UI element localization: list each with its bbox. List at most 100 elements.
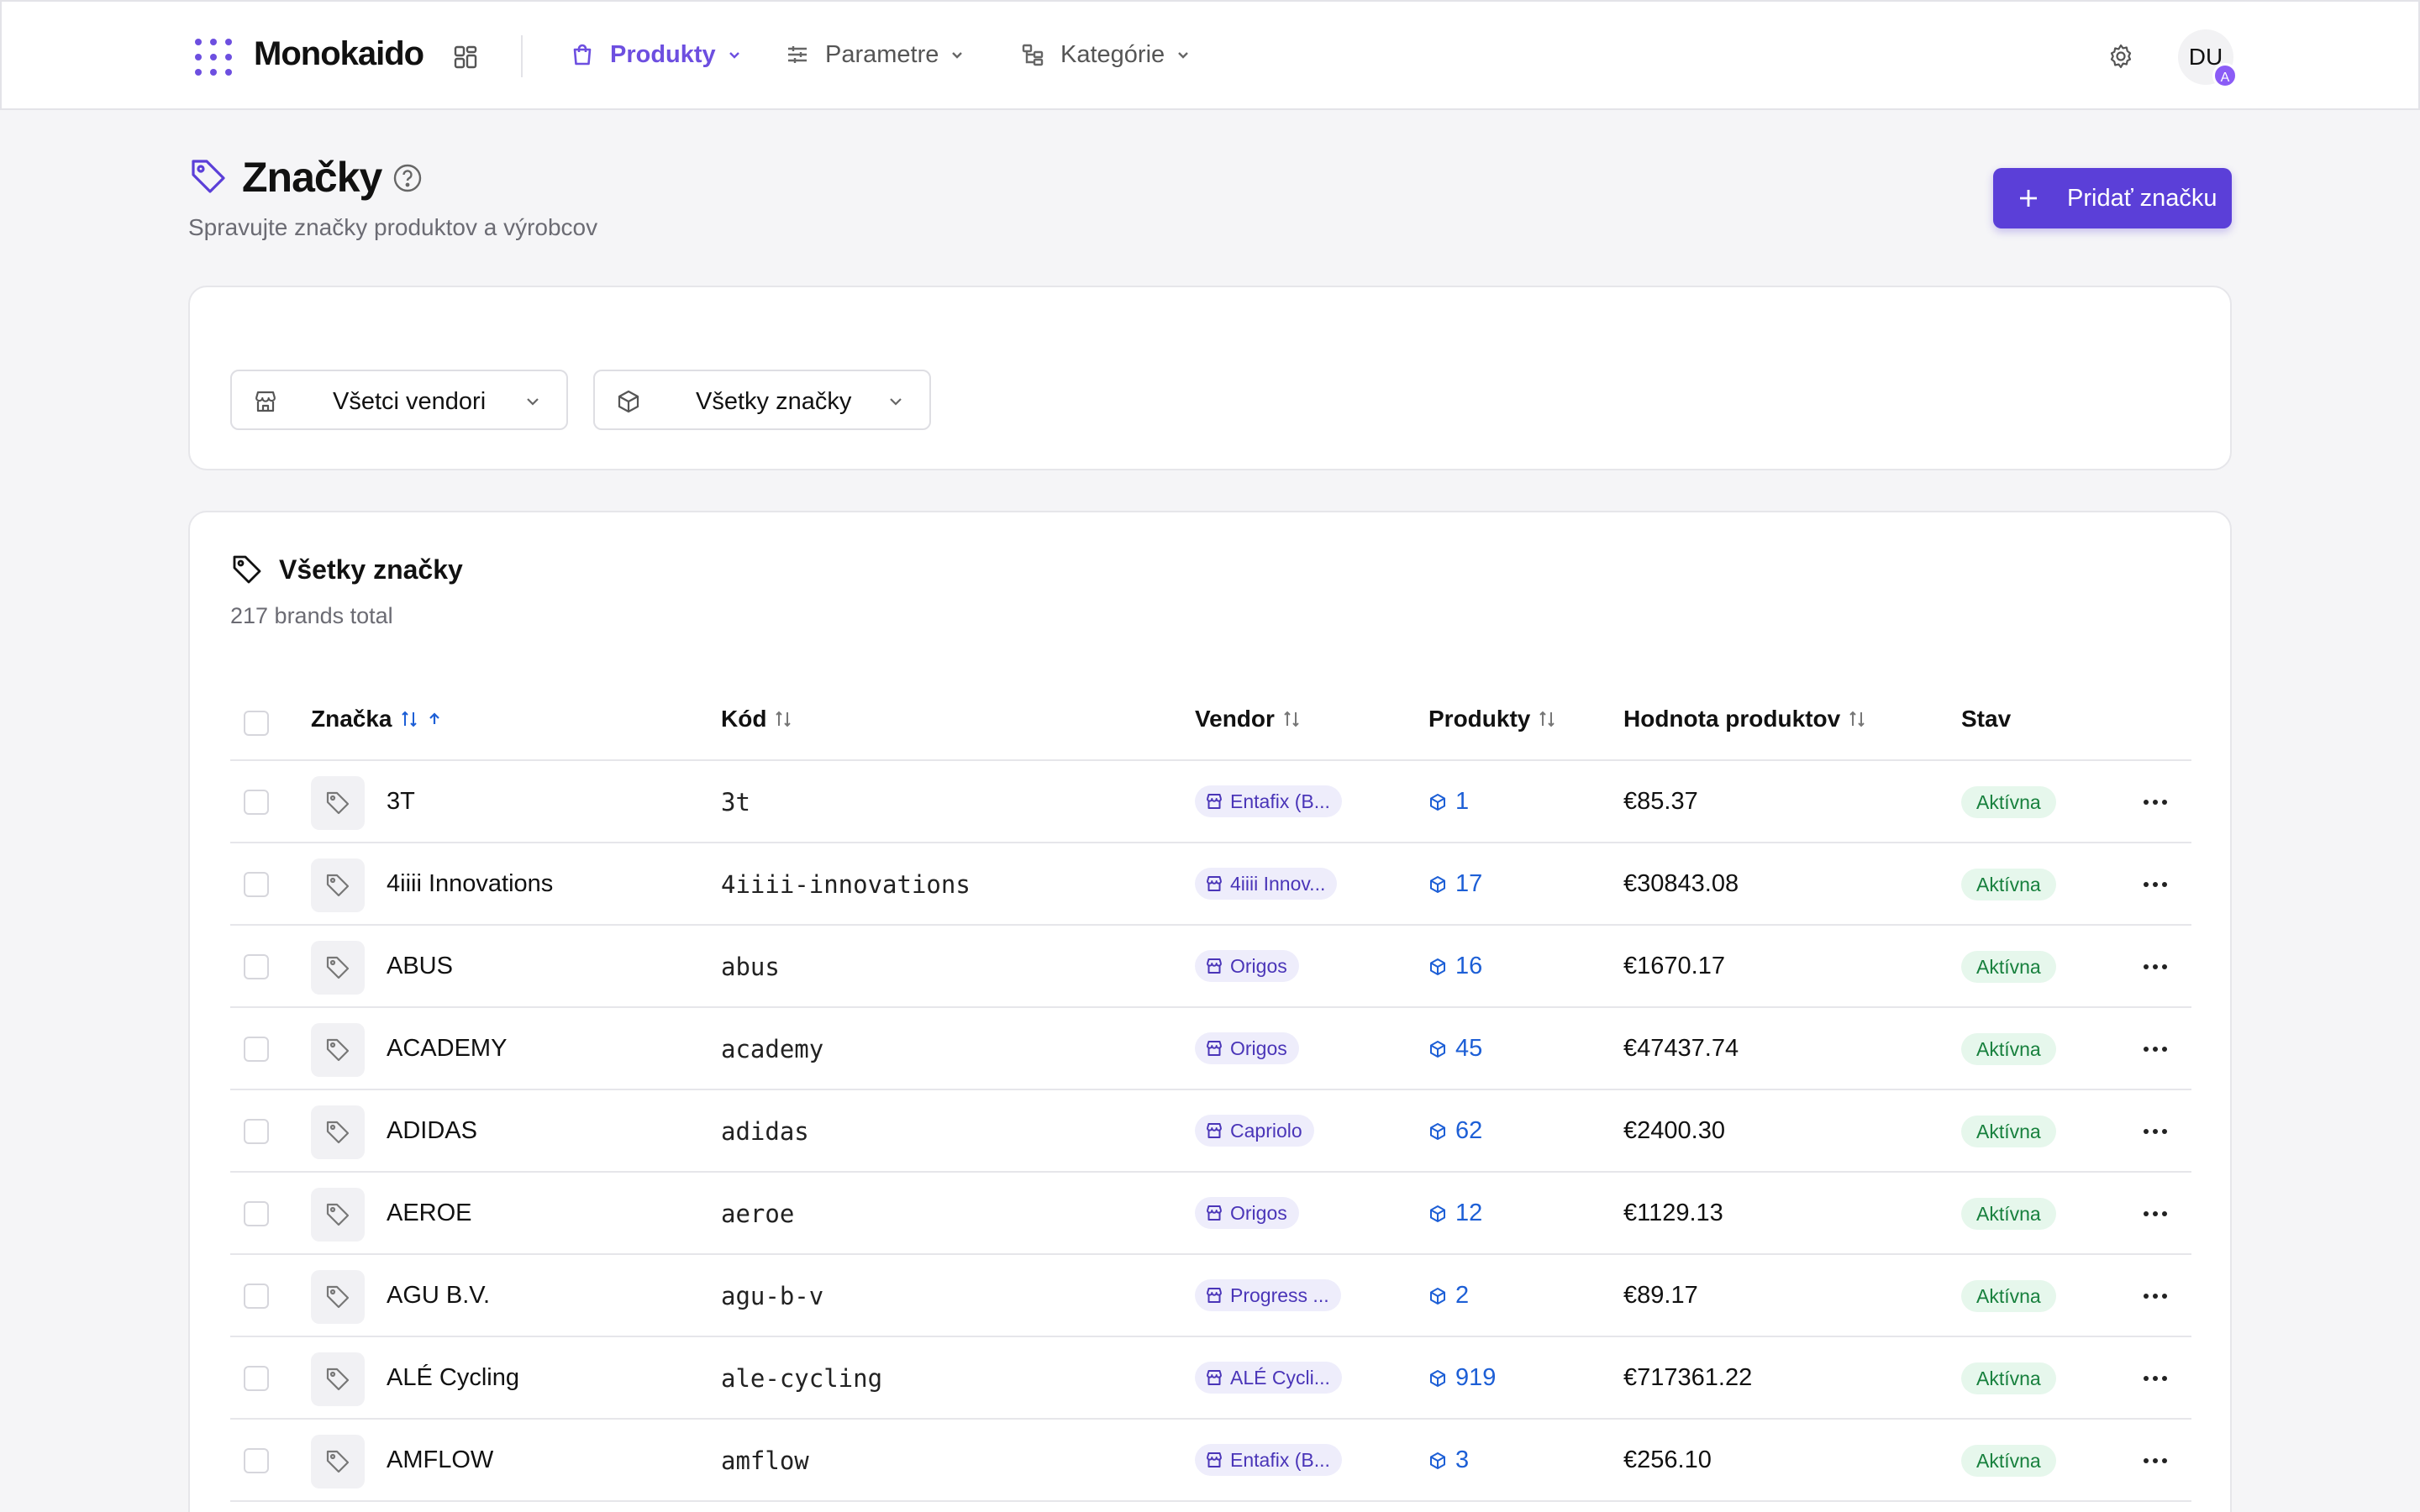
more-actions-icon[interactable] xyxy=(2141,1201,2170,1226)
table-row[interactable]: 4iiii Innovations 4iiii-innovations 4iii… xyxy=(230,843,2191,926)
chevron-down-icon xyxy=(890,398,902,406)
vendor-badge[interactable]: ALÉ Cycli... xyxy=(1195,1362,1342,1394)
products-value: €717361.22 xyxy=(1623,1364,1753,1391)
vendor-name: ALÉ Cycli... xyxy=(1230,1367,1330,1389)
brand-name[interactable]: 4iiii Innovations xyxy=(387,870,553,898)
select-all-checkbox[interactable] xyxy=(244,711,269,736)
products-count-link[interactable]: 919 xyxy=(1428,1364,1496,1392)
vendor-badge[interactable]: Origos xyxy=(1195,1032,1299,1064)
column-header-products[interactable]: Produkty xyxy=(1428,706,1557,732)
products-count-link[interactable]: 1 xyxy=(1428,788,1469,816)
more-actions-icon[interactable] xyxy=(2141,1119,2170,1144)
row-checkbox[interactable] xyxy=(244,1284,269,1309)
status-badge: Aktívna xyxy=(1961,1116,2056,1147)
more-actions-icon[interactable] xyxy=(2141,1037,2170,1062)
vendor-select[interactable]: Všetci vendori xyxy=(230,370,568,430)
logo-dots-icon[interactable] xyxy=(195,39,232,76)
brand-name[interactable]: AGU B.V. xyxy=(387,1282,490,1310)
app-logo-text[interactable]: Monokaido xyxy=(254,35,424,73)
column-header-value[interactable]: Hodnota produktov xyxy=(1623,706,1867,732)
nav-item-parametre[interactable]: Parametre xyxy=(785,35,965,74)
more-actions-icon[interactable] xyxy=(2141,1284,2170,1309)
brand-name[interactable]: ABUS xyxy=(387,953,453,980)
chevron-down-icon xyxy=(527,398,539,406)
nav-item-kategorie[interactable]: Kategórie xyxy=(1020,35,1192,74)
top-navigation-bar: Monokaido Produkty Parametre Kategórie D… xyxy=(0,0,2420,110)
vendor-badge[interactable]: Origos xyxy=(1195,1197,1299,1229)
products-count-link[interactable]: 2 xyxy=(1428,1282,1469,1310)
column-header-label: Kód xyxy=(721,706,767,732)
table-row[interactable]: AGU B.V. agu-b-v Progress ... 2 €89.17 A… xyxy=(230,1255,2191,1337)
sort-icon xyxy=(1539,711,1555,727)
vendor-badge[interactable]: Entafix (B... xyxy=(1195,1444,1342,1476)
column-header-brand[interactable]: Značka xyxy=(311,706,443,732)
table-row[interactable]: AMFLOW amflow Entafix (B... 3 €256.10 Ak… xyxy=(230,1420,2191,1502)
add-brand-button[interactable]: Pridať značku xyxy=(1993,168,2232,228)
brand-name[interactable]: AEROE xyxy=(387,1200,472,1227)
products-count-link[interactable]: 62 xyxy=(1428,1117,1482,1145)
brand-thumbnail xyxy=(311,1188,365,1242)
more-actions-icon[interactable] xyxy=(2141,872,2170,897)
products-count-link[interactable]: 12 xyxy=(1428,1200,1482,1227)
status-badge: Aktívna xyxy=(1961,951,2056,983)
sort-icon xyxy=(401,711,417,727)
more-actions-icon[interactable] xyxy=(2141,790,2170,815)
more-actions-icon[interactable] xyxy=(2141,1366,2170,1391)
products-value: €30843.08 xyxy=(1623,870,1739,897)
nav-item-produkty[interactable]: Produkty xyxy=(570,35,743,74)
brand-name[interactable]: ALÉ Cycling xyxy=(387,1364,519,1392)
vendor-badge[interactable]: Origos xyxy=(1195,950,1299,982)
brand-name[interactable]: ACADEMY xyxy=(387,1035,507,1063)
row-checkbox[interactable] xyxy=(244,872,269,897)
brand-select[interactable]: Všetky značky xyxy=(593,370,931,430)
table-row[interactable]: ABUS abus Origos 16 €1670.17 Aktívna xyxy=(230,926,2191,1008)
vendor-badge[interactable]: 4iiii Innov... xyxy=(1195,868,1338,900)
vendor-name: Progress ... xyxy=(1230,1284,1329,1306)
vendor-badge[interactable]: Progress ... xyxy=(1195,1279,1341,1311)
more-actions-icon[interactable] xyxy=(2141,954,2170,979)
table-title: Všetky značky xyxy=(279,554,463,585)
brand-thumbnail xyxy=(311,1435,365,1488)
vendor-badge[interactable]: Capriolo xyxy=(1195,1115,1314,1147)
row-checkbox[interactable] xyxy=(244,790,269,815)
brand-name[interactable]: ADIDAS xyxy=(387,1117,477,1145)
avatar-badge: A xyxy=(2212,63,2238,88)
table-row[interactable]: ACADEMY academy Origos 45 €47437.74 Aktí… xyxy=(230,1008,2191,1090)
products-value: €256.10 xyxy=(1623,1446,1712,1473)
box-icon xyxy=(1430,793,1445,811)
row-checkbox[interactable] xyxy=(244,1448,269,1473)
column-header-code[interactable]: Kód xyxy=(721,706,793,732)
brands-table-card: Všetky značky 217 brands total Značka Kó… xyxy=(188,511,2232,1512)
products-count-link[interactable]: 45 xyxy=(1428,1035,1482,1063)
row-checkbox[interactable] xyxy=(244,954,269,979)
column-header-vendor[interactable]: Vendor xyxy=(1195,706,1302,732)
nav-item-label: Kategórie xyxy=(1060,40,1165,68)
row-checkbox[interactable] xyxy=(244,1366,269,1391)
table-row[interactable]: ADIDAS adidas Capriolo 62 €2400.30 Aktív… xyxy=(230,1090,2191,1173)
brand-name[interactable]: AMFLOW xyxy=(387,1446,493,1474)
add-brand-label: Pridať značku xyxy=(2067,184,2217,212)
brand-code: 4iiii-innovations xyxy=(721,870,971,899)
status-badge: Aktívna xyxy=(1961,1280,2056,1312)
table-row[interactable]: ALÉ Cycling ale-cycling ALÉ Cycli... 919… xyxy=(230,1337,2191,1420)
tag-icon xyxy=(326,874,350,897)
row-checkbox[interactable] xyxy=(244,1037,269,1062)
row-checkbox[interactable] xyxy=(244,1119,269,1144)
gear-icon[interactable] xyxy=(2107,43,2134,70)
row-checkbox[interactable] xyxy=(244,1201,269,1226)
table-row[interactable]: 3T 3t Entafix (B... 1 €85.37 Aktívna xyxy=(230,761,2191,843)
tree-icon xyxy=(1022,44,1044,66)
apps-grid-icon[interactable] xyxy=(452,44,479,71)
products-count-link[interactable]: 17 xyxy=(1428,870,1482,898)
sort-ascending-icon xyxy=(429,712,439,724)
products-count-link[interactable]: 16 xyxy=(1428,953,1482,980)
table-row[interactable]: AEROE aeroe Origos 12 €1129.13 Aktívna xyxy=(230,1173,2191,1255)
vendor-badge[interactable]: Entafix (B... xyxy=(1195,785,1342,817)
brand-thumbnail xyxy=(311,1352,365,1406)
brand-code: agu-b-v xyxy=(721,1282,824,1310)
more-actions-icon[interactable] xyxy=(2141,1448,2170,1473)
help-icon[interactable] xyxy=(392,162,424,194)
brand-name[interactable]: 3T xyxy=(387,788,415,816)
products-count-link[interactable]: 3 xyxy=(1428,1446,1469,1474)
products-count: 17 xyxy=(1455,870,1483,897)
